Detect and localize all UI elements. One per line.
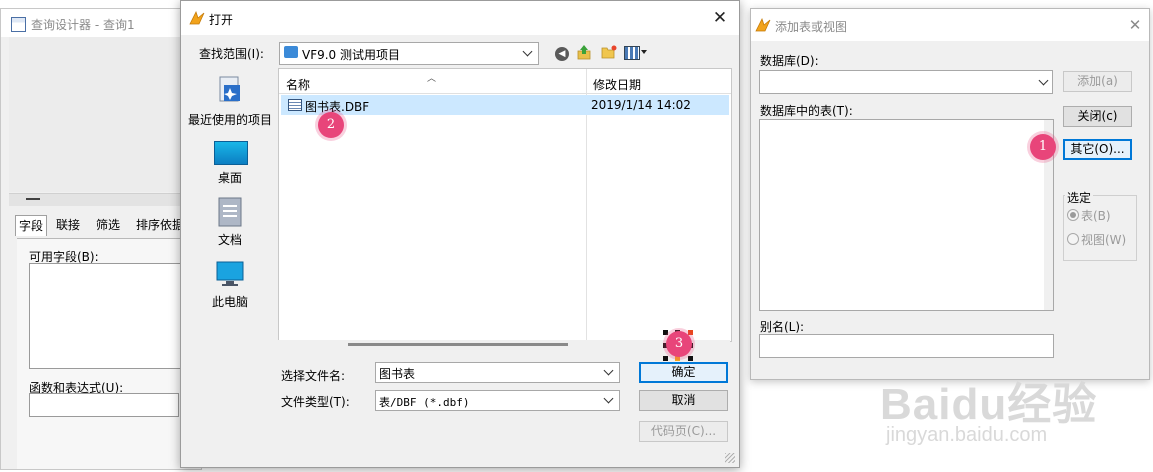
place-label-desktop: 桌面 bbox=[217, 171, 242, 185]
view-menu-icon[interactable] bbox=[624, 46, 640, 60]
filetype-label: 文件类型(T): bbox=[281, 395, 350, 409]
filetype-combobox[interactable]: 表/DBF (*.dbf) bbox=[375, 390, 620, 411]
database-combobox[interactable] bbox=[759, 70, 1053, 94]
radio-view-label: 视图(W) bbox=[1081, 233, 1127, 247]
foxpro-logo-icon bbox=[755, 17, 771, 32]
step-marker-3: 3 bbox=[666, 331, 692, 357]
radio-dot bbox=[1067, 233, 1079, 245]
baidu-watermark: Baidu经验 jingyan.baidu.com bbox=[880, 368, 1150, 468]
tab-joins[interactable]: 联接 bbox=[53, 215, 83, 235]
radio-view[interactable]: 视图(W) bbox=[1067, 231, 1126, 248]
radio-dot bbox=[1067, 209, 1079, 221]
database-label: 数据库(D): bbox=[760, 54, 819, 68]
this-pc-icon bbox=[216, 261, 244, 286]
chevron-down-icon bbox=[603, 393, 614, 404]
add-dialog-title: 添加表或视图 bbox=[775, 20, 848, 34]
place-recent[interactable]: 最近使用的项目 bbox=[185, 71, 275, 131]
view-dropdown-arrow-icon[interactable] bbox=[641, 50, 647, 54]
look-in-label: 查找范围(I): bbox=[199, 47, 264, 61]
step-marker-1: 1 bbox=[1030, 134, 1056, 160]
close-button[interactable]: 关闭(c) bbox=[1063, 106, 1132, 127]
filename-combobox[interactable]: 图书表 bbox=[375, 362, 620, 383]
file-name: 图书表.DBF bbox=[305, 100, 370, 114]
place-label-this-pc: 此电脑 bbox=[211, 295, 248, 309]
table-file-icon bbox=[288, 99, 302, 111]
documents-icon bbox=[218, 197, 242, 227]
place-documents[interactable]: 文档 bbox=[185, 195, 275, 247]
add-button[interactable]: 添加(a) bbox=[1063, 71, 1132, 92]
available-fields-list[interactable] bbox=[29, 263, 181, 369]
places-bar: 最近使用的项目 桌面 文档 此电脑 bbox=[185, 67, 275, 337]
tables-label: 数据库中的表(T): bbox=[760, 104, 853, 118]
splitter-grip-icon bbox=[26, 198, 40, 200]
open-dialog-title: 打开 bbox=[209, 13, 234, 27]
tables-list[interactable] bbox=[759, 119, 1054, 311]
alias-label: 别名(L): bbox=[760, 320, 805, 334]
place-label-documents: 文档 bbox=[217, 233, 242, 247]
pane-splitter[interactable] bbox=[9, 193, 201, 206]
file-date: 2019/1/14 14:02 bbox=[591, 98, 691, 112]
up-folder-icon[interactable] bbox=[577, 44, 591, 60]
look-in-value: VF9.0 测试用项目 bbox=[302, 48, 401, 62]
selection-handle bbox=[688, 330, 693, 335]
close-icon[interactable]: ✕ bbox=[1125, 15, 1145, 35]
expression-input[interactable] bbox=[29, 393, 179, 417]
place-label-recent: 最近使用的项目 bbox=[187, 113, 272, 127]
filename-label: 选择文件名: bbox=[281, 369, 346, 383]
recent-items-icon bbox=[219, 76, 240, 102]
foxpro-logo-icon bbox=[189, 10, 205, 25]
other-button[interactable]: 其它(O)... bbox=[1063, 139, 1132, 160]
file-list-header: ︿ 名称 修改日期 bbox=[279, 69, 731, 341]
radio-table-label: 表(B) bbox=[1081, 209, 1111, 223]
selection-handle bbox=[663, 356, 668, 361]
selection-handle bbox=[663, 330, 668, 335]
cancel-button[interactable]: 取消 bbox=[639, 390, 728, 411]
query-designer-title: 查询设计器 - 查询1 bbox=[31, 18, 135, 32]
desktop-icon bbox=[214, 141, 248, 165]
alias-input[interactable] bbox=[759, 334, 1054, 358]
column-date-header[interactable]: 修改日期 bbox=[593, 76, 641, 93]
tab-fields[interactable]: 字段 bbox=[15, 215, 48, 236]
table-pane[interactable] bbox=[9, 37, 201, 192]
step-marker-2: 2 bbox=[318, 112, 344, 138]
query-designer-icon bbox=[11, 17, 26, 32]
sort-ascending-icon: ︿ bbox=[427, 74, 437, 84]
close-icon[interactable]: ✕ bbox=[709, 7, 731, 29]
chevron-down-icon bbox=[1038, 75, 1049, 86]
query-designer-titlebar: 查询设计器 - 查询1 bbox=[1, 9, 201, 37]
resize-grip[interactable] bbox=[725, 453, 735, 463]
tab-filter[interactable]: 筛选 bbox=[93, 215, 123, 235]
file-row[interactable]: 图书表.DBF 2019/1/14 14:02 bbox=[281, 95, 729, 115]
back-icon[interactable]: ◀ bbox=[555, 47, 569, 61]
query-designer-window: 查询设计器 - 查询1 字段 联接 筛选 排序依据 可用字段(B): 函数和表达… bbox=[0, 8, 202, 470]
radio-table[interactable]: 表(B) bbox=[1067, 207, 1111, 224]
add-dialog-titlebar: 添加表或视图 ✕ bbox=[751, 9, 1149, 41]
look-in-dropdown[interactable]: VF9.0 测试用项目 bbox=[279, 42, 539, 65]
watermark-main: Baidu经验 bbox=[880, 380, 1098, 429]
open-dialog-titlebar: 打开 ✕ bbox=[181, 1, 739, 35]
file-list[interactable]: ︿ 名称 修改日期 图书表.DBF 2019/1/14 14:02 bbox=[278, 68, 732, 342]
filename-value: 图书表 bbox=[379, 367, 416, 381]
codepage-button[interactable]: 代码页(C)... bbox=[639, 421, 728, 442]
scrollbar-thumb[interactable] bbox=[348, 343, 568, 346]
add-table-dialog: 添加表或视图 ✕ 数据库(D): 添加(a) 数据库中的表(T): 关闭(c) … bbox=[750, 8, 1150, 380]
selection-handle bbox=[688, 356, 693, 361]
watermark-url: jingyan.baidu.com bbox=[886, 424, 1048, 446]
filetype-value: 表/DBF (*.dbf) bbox=[379, 396, 470, 409]
select-group-label: 选定 bbox=[1065, 189, 1094, 206]
new-folder-icon[interactable] bbox=[601, 45, 617, 59]
place-desktop[interactable]: 桌面 bbox=[185, 137, 275, 185]
column-name-header[interactable]: 名称 bbox=[286, 76, 310, 93]
open-dialog: 打开 ✕ 查找范围(I): VF9.0 测试用项目 ◀ 最近使用的项目 桌面 文… bbox=[180, 0, 740, 468]
tab-order-by[interactable]: 排序依据 bbox=[133, 215, 187, 235]
place-this-pc[interactable]: 此电脑 bbox=[185, 259, 275, 309]
chevron-down-icon bbox=[603, 365, 614, 376]
ok-button[interactable]: 确定 bbox=[639, 362, 728, 383]
project-folder-icon bbox=[284, 46, 298, 58]
chevron-down-icon bbox=[522, 46, 533, 57]
